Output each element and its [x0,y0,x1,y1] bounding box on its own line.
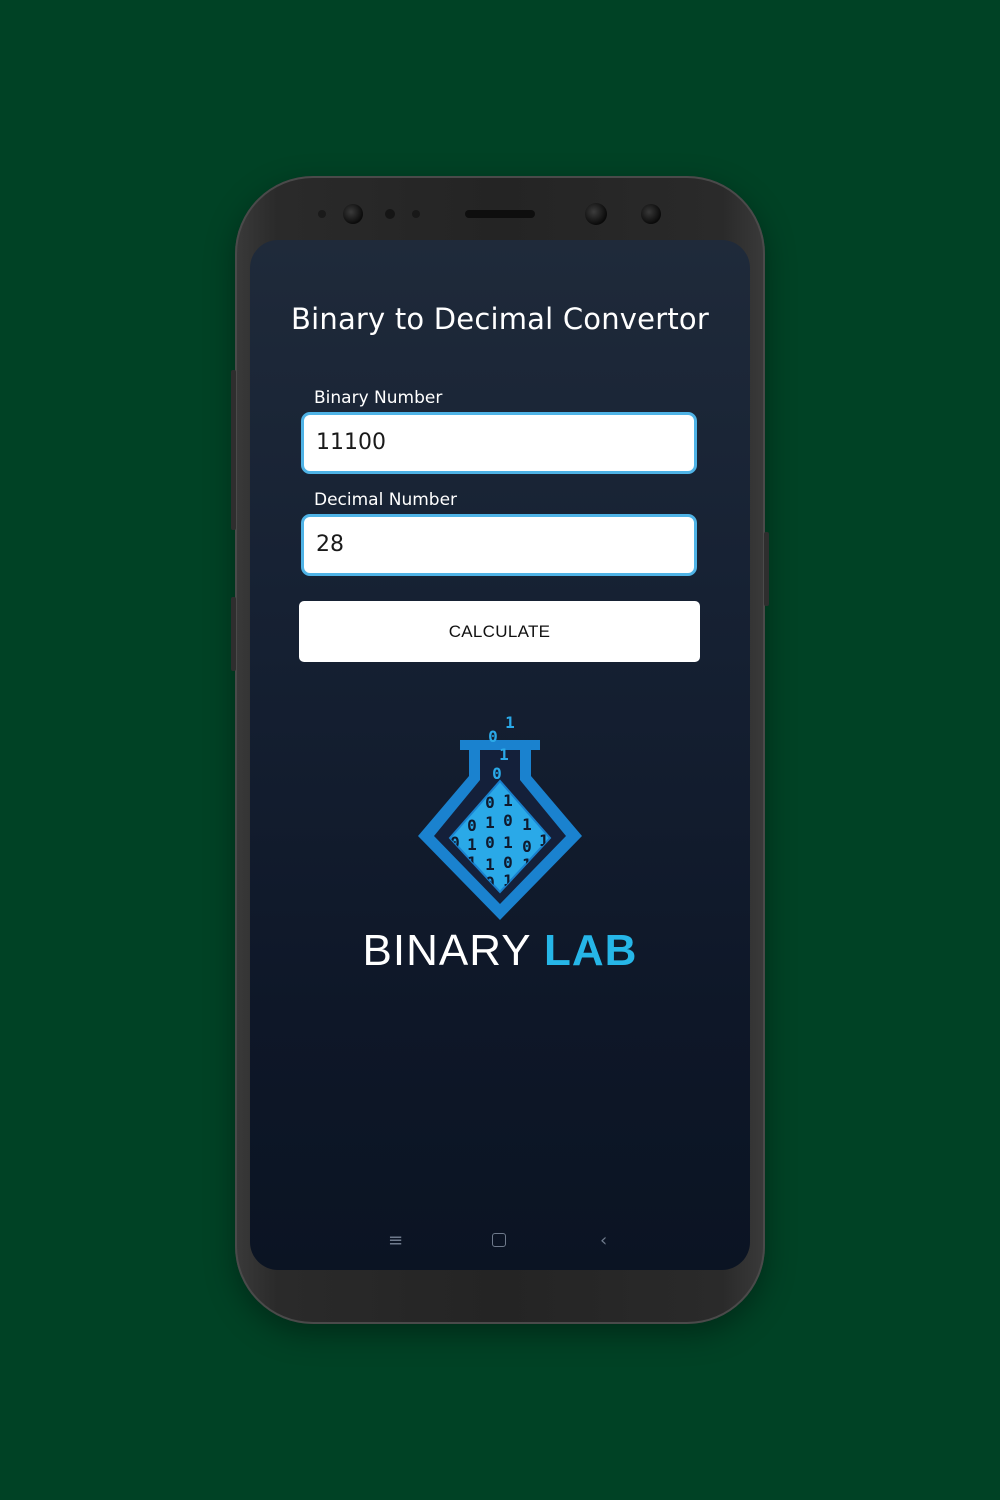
bixby-button [231,597,236,671]
decimal-number-input[interactable]: 28 [301,514,697,576]
page-title: Binary to Decimal Convertor [291,302,709,336]
sensor-dot [385,209,395,219]
svg-text:0: 0 [492,764,502,783]
calculate-button[interactable]: CALCULATE [299,601,700,662]
svg-text:0: 0 [467,816,477,835]
svg-text:1: 1 [467,835,477,854]
svg-text:0: 0 [503,811,513,830]
app-screen: Binary to Decimal Convertor Binary Numbe… [250,240,750,1270]
binary-number-input[interactable]: 11100 [301,412,697,474]
svg-text:1: 1 [503,833,513,852]
volume-button [231,370,236,530]
brand-word-lab: LAB [544,926,638,975]
svg-text:1: 1 [485,855,495,874]
decimal-number-value: 28 [316,532,344,557]
brand-wordmark: BINARY LAB [250,926,750,976]
svg-text:0: 0 [503,853,513,872]
back-icon[interactable]: ‹ [600,1230,607,1251]
iris-scanner [641,204,661,224]
sensor-dot [318,210,326,218]
svg-text:1: 1 [485,813,495,832]
svg-text:0: 0 [488,727,498,746]
decimal-number-label: Decimal Number [314,490,458,510]
proximity-sensor [343,204,363,224]
brand-word-binary: BINARY [362,926,531,975]
svg-text:1: 1 [505,713,515,732]
sensor-dot [412,210,420,218]
binary-number-label: Binary Number [314,388,443,408]
recent-apps-icon[interactable]: ≡ [388,1230,403,1251]
svg-text:0: 0 [522,837,532,856]
svg-text:1: 1 [499,745,509,764]
earpiece-speaker [465,210,535,218]
binary-lab-flask-logo: 01 0101 010101 1101 01 1 0 1 0 [418,713,582,920]
binary-number-value: 11100 [316,430,386,455]
home-icon[interactable] [492,1233,506,1247]
power-button [764,532,769,606]
front-camera [585,203,607,225]
svg-text:0: 0 [485,833,495,852]
svg-text:1: 1 [522,815,532,834]
